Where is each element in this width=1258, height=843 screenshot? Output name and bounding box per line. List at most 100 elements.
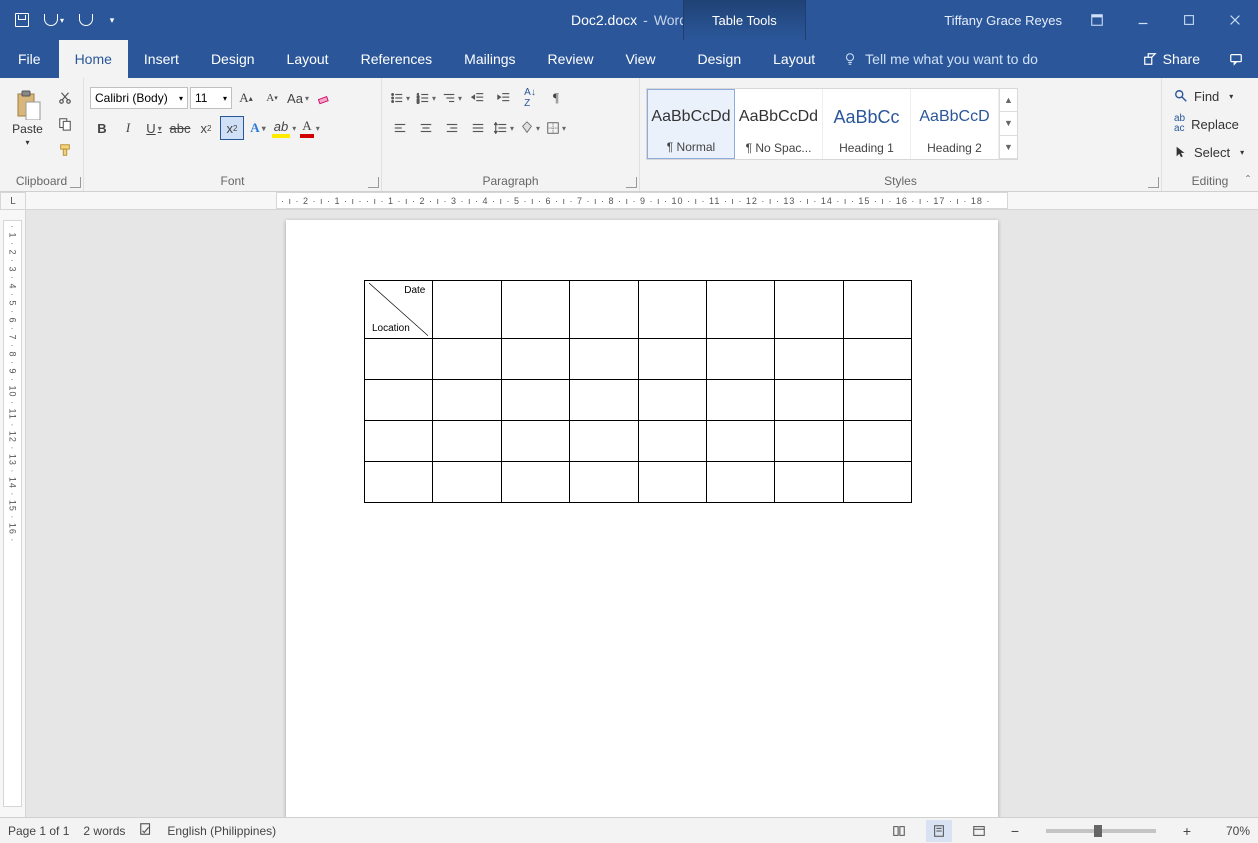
ruler-tab-selector[interactable]: L [0,192,26,210]
tab-file[interactable]: File [0,40,59,78]
numbering-button[interactable]: 123 [414,86,438,110]
tab-mailings[interactable]: Mailings [448,40,531,78]
align-right-button[interactable] [440,116,464,140]
select-button[interactable]: Select▾ [1168,140,1250,164]
styles-expand[interactable]: ▼ [1000,136,1017,159]
table-cell[interactable] [843,339,911,380]
zoom-slider-thumb[interactable] [1094,825,1102,837]
decrease-indent-button[interactable] [466,86,490,110]
paragraph-dialog-launcher[interactable] [626,177,637,188]
grow-font-button[interactable]: A▴ [234,86,258,110]
bullets-button[interactable] [388,86,412,110]
table-cell[interactable] [843,380,911,421]
borders-button[interactable] [544,116,568,140]
table-cell[interactable] [706,462,774,503]
style-no-spacing[interactable]: AaBbCcDd ¶ No Spac... [735,89,823,159]
underline-button[interactable]: U [142,116,166,140]
italic-button[interactable]: I [116,116,140,140]
table-row[interactable] [365,380,912,421]
tab-home[interactable]: Home [59,40,128,78]
table-cell[interactable] [365,462,433,503]
table-cell[interactable] [433,380,501,421]
table-row[interactable] [365,462,912,503]
table-cell[interactable] [570,339,638,380]
table-cell[interactable] [433,281,501,339]
table-cell[interactable] [501,380,569,421]
table-cell[interactable] [775,339,843,380]
tell-me-search[interactable]: Tell me what you want to do [831,40,1128,78]
comments-button[interactable] [1214,40,1258,78]
tab-view[interactable]: View [609,40,671,78]
redo-button[interactable] [72,6,100,34]
table-cell[interactable] [843,281,911,339]
maximize-button[interactable] [1166,0,1212,40]
cut-button[interactable] [53,86,77,110]
table-cell[interactable] [638,380,706,421]
table-cell[interactable] [775,281,843,339]
status-proofing[interactable] [139,822,153,839]
styles-scroll-up[interactable]: ▲ [1000,89,1017,112]
replace-button[interactable]: abac Replace [1168,112,1245,136]
zoom-in-button[interactable]: + [1178,822,1196,840]
zoom-out-button[interactable]: − [1006,822,1024,840]
table-cell[interactable] [570,380,638,421]
tab-layout[interactable]: Layout [271,40,345,78]
share-button[interactable]: Share [1129,40,1214,78]
tab-table-layout[interactable]: Layout [757,40,831,78]
tab-insert[interactable]: Insert [128,40,195,78]
table-row[interactable] [365,421,912,462]
increase-indent-button[interactable] [492,86,516,110]
table-cell[interactable] [638,421,706,462]
table-cell[interactable] [365,421,433,462]
table-cell[interactable] [501,462,569,503]
table-cell[interactable] [570,462,638,503]
table-cell[interactable] [638,462,706,503]
clipboard-dialog-launcher[interactable] [70,177,81,188]
table-cell[interactable] [706,339,774,380]
font-name-combo[interactable]: Calibri (Body)▾ [90,87,188,109]
style-normal[interactable]: AaBbCcDd ¶ Normal [647,89,735,159]
status-words[interactable]: 2 words [83,824,125,838]
table-cell[interactable] [570,421,638,462]
table-cell[interactable] [706,281,774,339]
table-cell[interactable] [775,421,843,462]
zoom-slider[interactable] [1046,829,1156,833]
status-page[interactable]: Page 1 of 1 [8,824,69,838]
change-case-button[interactable]: Aa [286,86,310,110]
collapse-ribbon-button[interactable]: ˆ [1246,173,1250,187]
styles-dialog-launcher[interactable] [1148,177,1159,188]
sort-button[interactable]: A↓Z [518,86,542,110]
ribbon-display-options-button[interactable] [1074,0,1120,40]
table-row[interactable]: Date Location [365,281,912,339]
table-cell[interactable] [570,281,638,339]
text-effects-button[interactable]: A [246,116,270,140]
strikethrough-button[interactable]: abc [168,116,192,140]
tab-table-design[interactable]: Design [682,40,758,78]
paste-button[interactable]: Paste ▾ [6,82,49,154]
table-cell[interactable] [638,339,706,380]
superscript-button[interactable]: x2 [220,116,244,140]
table-cell[interactable] [501,339,569,380]
table-cell[interactable] [843,462,911,503]
style-heading-1[interactable]: AaBbCc Heading 1 [823,89,911,159]
subscript-button[interactable]: x2 [194,116,218,140]
table-cell[interactable] [501,281,569,339]
table-cell[interactable] [638,281,706,339]
horizontal-ruler[interactable]: · ı · 2 · ı · 1 · ı · · ı · 1 · ı · 2 · … [26,192,1258,210]
table-cell[interactable] [433,462,501,503]
shading-button[interactable] [518,116,542,140]
minimize-button[interactable] [1120,0,1166,40]
align-center-button[interactable] [414,116,438,140]
tab-references[interactable]: References [345,40,449,78]
table-row[interactable] [365,339,912,380]
close-button[interactable] [1212,0,1258,40]
table-cell[interactable] [706,421,774,462]
vertical-ruler[interactable]: · 1 · 2 · 3 · 4 · 5 · 6 · 7 · 8 · 9 · 10… [0,210,26,817]
document-table[interactable]: Date Location [364,280,912,503]
undo-button[interactable]: ▾ [40,6,68,34]
font-color-button[interactable]: A [298,116,322,140]
tab-review[interactable]: Review [532,40,610,78]
document-area[interactable]: Date Location [26,210,1258,817]
highlight-button[interactable]: ab [272,116,296,140]
font-dialog-launcher[interactable] [368,177,379,188]
